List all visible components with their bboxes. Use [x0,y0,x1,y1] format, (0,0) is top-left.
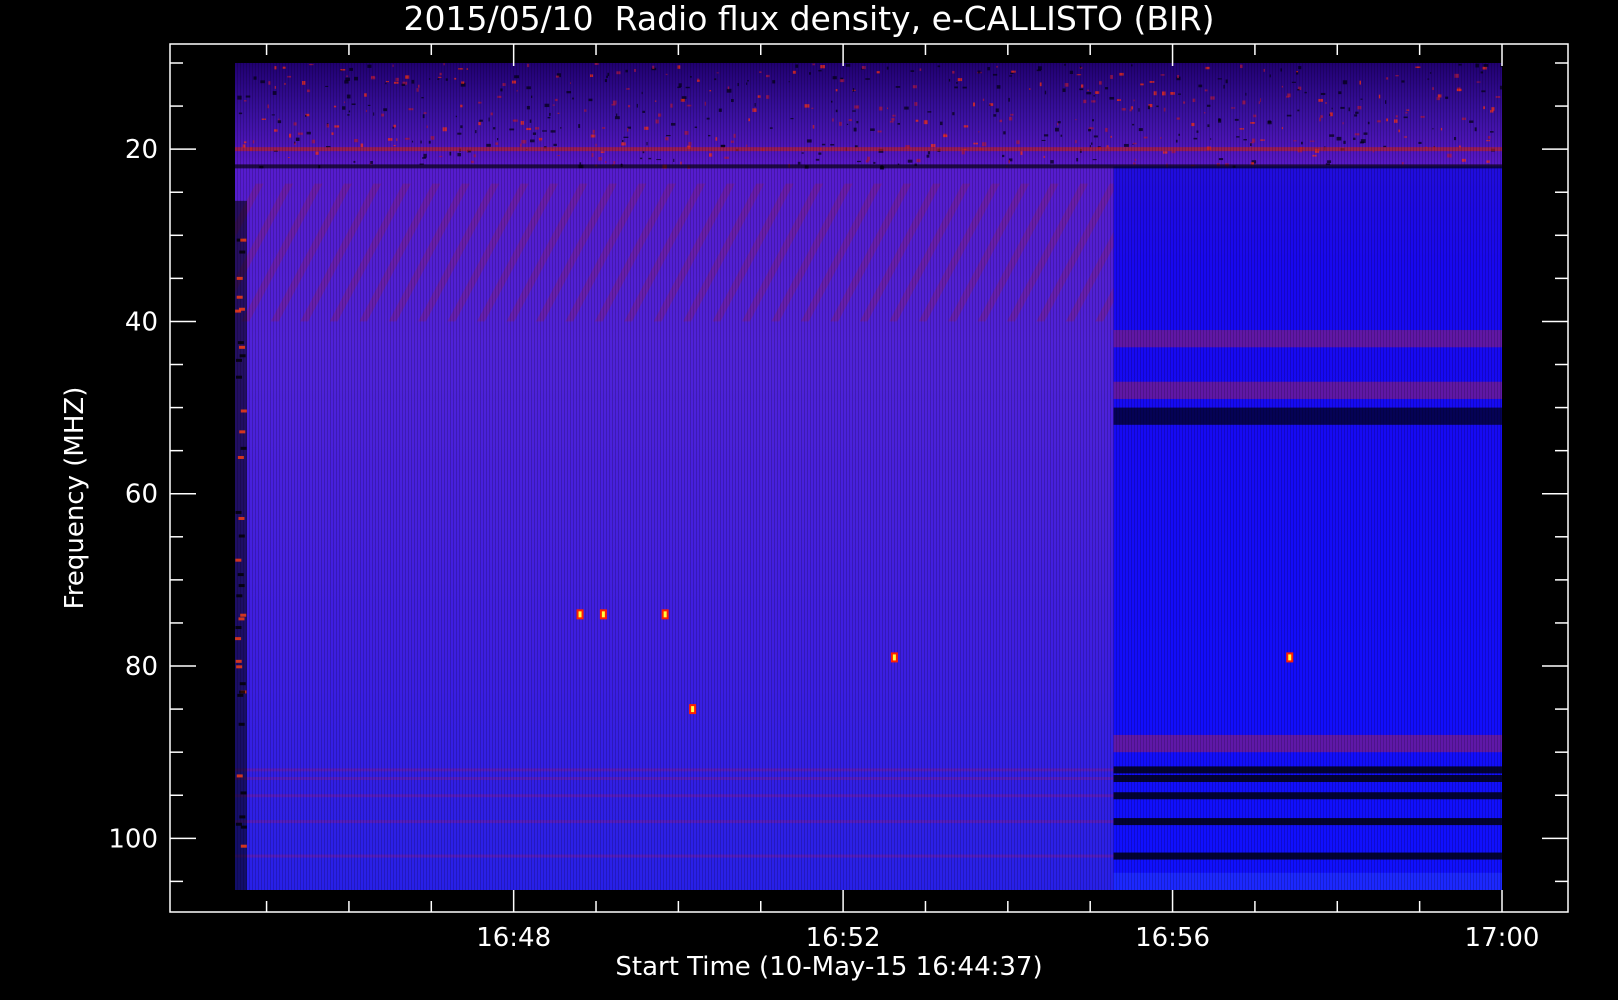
edge-speck [240,791,247,795]
edge-speck [238,516,245,520]
edge-speck [235,659,242,663]
edge-speck [236,774,243,778]
x-tick-label: 17:00 [1465,923,1540,953]
bright-spot-core [601,611,605,618]
edge-speck [235,510,242,514]
edge-speck [238,584,245,588]
y-tick-label: 20 [125,135,158,165]
edge-speck [237,573,244,577]
edge-speck [240,825,247,829]
bright-spot-core [691,706,695,713]
y-tick-label: 80 [125,652,158,682]
bright-spot-core [578,611,582,618]
edge-speck [236,276,243,280]
y-tick-label: 40 [125,307,158,337]
edge-speck [239,682,246,686]
edge-speck [239,690,246,694]
edge-speck [239,250,246,254]
x-tick-label: 16:56 [1135,923,1210,953]
chart-title: 2015/05/10 Radio flux density, e-CALLIST… [403,0,1214,38]
edge-speck [239,430,246,434]
edge-speck [235,358,242,362]
y-tick-label: 60 [125,480,158,510]
edge-speck [237,341,244,345]
edge-speck [238,534,245,538]
edge-speck [238,722,245,726]
x-tick-label: 16:48 [476,923,551,953]
bright-spot-core [663,611,667,618]
bright-spot-core [892,654,896,661]
edge-speck [240,409,247,413]
edge-speck [240,238,247,242]
edge-speck [235,375,242,379]
edge-speck [235,822,242,826]
edge-artifact [235,200,247,890]
edge-speck [240,844,247,848]
bright-spot-core [1288,654,1292,661]
edge-speck [239,345,246,349]
edge-speck [235,558,242,562]
edge-speck [235,626,242,630]
edge-speck [236,665,243,669]
edge-speck [239,354,246,358]
y-axis-label: Frequency (MHZ) [60,387,90,610]
spectrogram-chart: 2015/05/10 Radio flux density, e-CALLIST… [60,0,1569,982]
edge-speck [239,815,246,819]
edge-speck [240,446,247,450]
edge-speck [236,295,243,299]
y-tick-label: 100 [108,824,158,854]
edge-speck [240,613,247,617]
edge-speck [237,693,244,697]
edge-speck [238,307,245,311]
stripe-texture [235,63,1502,890]
x-tick-label: 16:52 [806,923,881,953]
edge-speck [236,594,243,598]
spectrogram-heatmap [235,63,1502,890]
edge-speck [235,637,242,641]
edge-speck [238,617,245,621]
edge-speck [237,455,244,459]
x-axis-label: Start Time (10-May-15 16:44:37) [615,952,1042,982]
